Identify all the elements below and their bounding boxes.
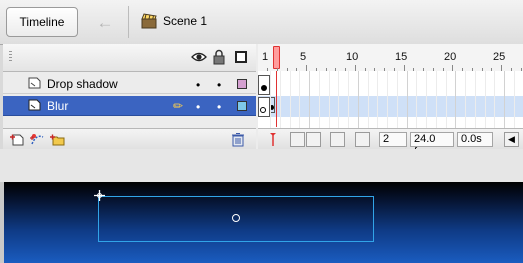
layer-row-drop-shadow[interactable]: Drop shadow • • <box>3 74 256 94</box>
frame-grid-line <box>465 71 466 128</box>
keyframe[interactable] <box>258 97 270 117</box>
ruler-label: 10 <box>346 51 359 63</box>
eye-icon[interactable] <box>191 50 207 64</box>
frame-grid-line <box>406 71 408 128</box>
outline-color-swatch[interactable] <box>237 101 247 111</box>
timeline-status-bar: 2 24.0 fps 0.0s ◀ <box>258 128 523 158</box>
lock-dot[interactable]: • <box>217 78 221 92</box>
frame-grid-line <box>416 71 418 128</box>
onion-skin-outlines-button[interactable] <box>306 132 321 147</box>
frame-grid-line <box>504 71 505 128</box>
frame-grid-line <box>484 71 486 128</box>
insert-layer-folder-icon[interactable] <box>50 133 65 146</box>
lock-icon[interactable] <box>213 49 225 65</box>
frame-grid-line <box>348 71 349 128</box>
frame-grid-line <box>377 71 379 128</box>
modify-onion-markers-button[interactable] <box>355 132 370 147</box>
visibility-dot[interactable]: • <box>196 78 200 92</box>
frame-grid-line <box>387 71 388 128</box>
clapperboard-icon <box>141 13 157 29</box>
frame-ruler[interactable]: 1 5 10 15 20 25 <box>258 44 523 72</box>
playhead[interactable] <box>273 46 280 69</box>
ruler-label: 5 <box>300 51 307 63</box>
frame-grid-line <box>396 71 398 128</box>
frame-grid-line <box>435 71 437 128</box>
grip-handle[interactable] <box>9 51 12 63</box>
frame-grid-line <box>279 71 281 128</box>
timeline-panel: 1 5 10 15 20 25 Drop shadow • • Blur ✏ •… <box>3 44 523 158</box>
frame-rate-field[interactable]: 24.0 fps <box>410 132 454 158</box>
toolbar-divider <box>128 6 129 38</box>
outline-color-swatch[interactable] <box>237 79 247 89</box>
ruler-label: 15 <box>395 51 408 63</box>
ruler-label: 20 <box>444 51 457 63</box>
timeline-tab[interactable]: Timeline <box>6 7 78 37</box>
ruler-label: 1 <box>262 51 269 63</box>
back-arrow-icon[interactable]: ← <box>90 10 120 36</box>
scene-label[interactable]: Scene 1 <box>163 14 207 28</box>
frame-grid-line <box>513 71 515 128</box>
pencil-icon: ✏ <box>173 99 184 113</box>
frame-row <box>258 74 523 95</box>
layer-icon <box>28 77 41 89</box>
transform-point-icon[interactable] <box>232 214 240 222</box>
frame-grid-line <box>494 71 496 128</box>
frame-grid-line <box>289 71 291 128</box>
frame-grid-line <box>357 71 359 128</box>
add-motion-guide-icon[interactable] <box>30 133 45 146</box>
insert-layer-icon[interactable] <box>10 133 25 146</box>
onion-skin-button[interactable] <box>290 132 305 147</box>
layer-row-blur[interactable]: Blur ✏ • • <box>3 96 256 116</box>
frame-row <box>258 96 523 117</box>
frame-grid-line <box>270 71 271 128</box>
frame-grid-line <box>445 71 447 128</box>
frame-grid-line <box>474 71 476 128</box>
elapsed-time-field: 0.0s <box>457 132 493 147</box>
timeline-toolbar: Timeline ← Scene 1 <box>0 0 523 45</box>
lock-dot[interactable]: • <box>217 100 221 114</box>
stage-left-edge <box>0 182 4 263</box>
outline-icon[interactable] <box>235 51 247 63</box>
registration-point-icon[interactable] <box>94 190 105 201</box>
layer-name: Drop shadow <box>47 77 118 91</box>
keyframe[interactable] <box>258 75 270 95</box>
frames-grid[interactable] <box>258 71 523 128</box>
frame-grid-line <box>455 71 457 128</box>
center-frame-icon[interactable] <box>266 132 280 147</box>
playhead-line <box>276 71 277 127</box>
trash-icon[interactable] <box>231 132 245 147</box>
frame-grid-line <box>426 71 427 128</box>
current-frame-field: 2 <box>379 132 407 147</box>
frame-grid-line <box>328 71 330 128</box>
layer-header <box>3 44 256 72</box>
frame-grid-line <box>318 71 320 128</box>
frame-grid-line <box>299 71 301 128</box>
layer-tools-bar <box>3 128 256 150</box>
edit-multiple-frames-button[interactable] <box>330 132 345 147</box>
visibility-dot[interactable]: • <box>196 100 200 114</box>
layer-name: Blur <box>47 99 69 113</box>
ruler-label: 25 <box>493 51 506 63</box>
frame-grid-line <box>309 71 310 128</box>
scroll-left-icon[interactable]: ◀ <box>504 132 519 147</box>
layer-icon <box>28 99 41 111</box>
stage-gap <box>0 149 523 182</box>
frame-grid-line <box>367 71 369 128</box>
frame-grid-line <box>338 71 340 128</box>
